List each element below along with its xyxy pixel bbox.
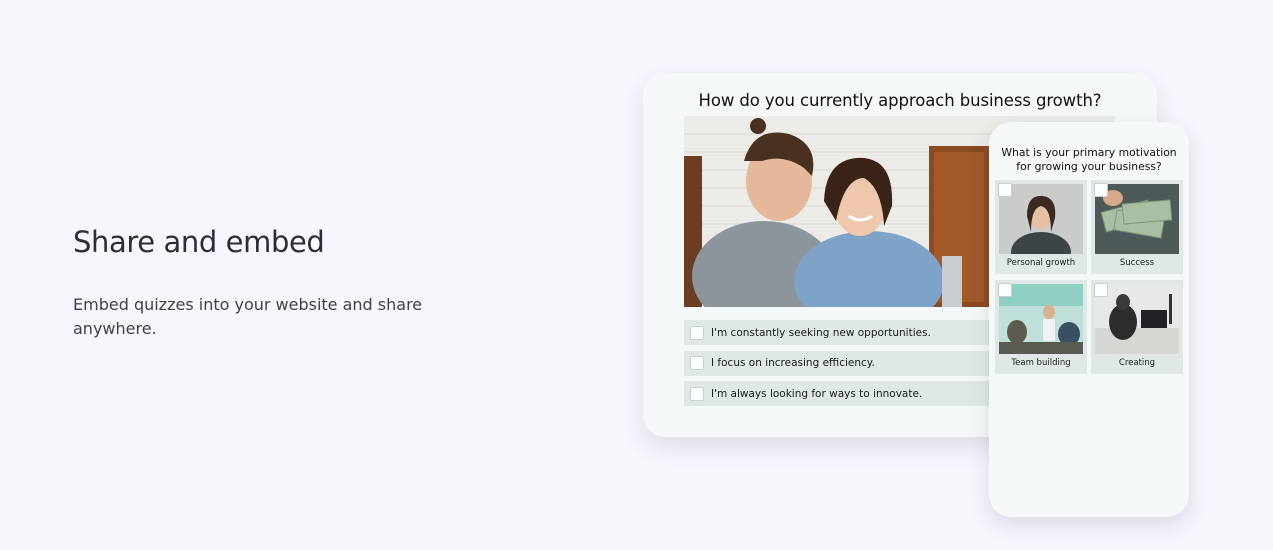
choice-tile[interactable]: Success xyxy=(1091,180,1183,274)
choice-checkbox[interactable] xyxy=(1094,183,1108,197)
choice-label: Team building xyxy=(1011,358,1071,368)
option-checkbox[interactable] xyxy=(690,356,704,370)
choice-checkbox[interactable] xyxy=(1094,283,1108,297)
choice-label: Creating xyxy=(1118,358,1156,368)
option-label: I'm always looking for ways to innovate. xyxy=(711,387,923,400)
option-label: I focus on increasing efficiency. xyxy=(711,357,875,369)
feature-copy: Share and embed Embed quizzes into your … xyxy=(73,222,473,341)
option-checkbox[interactable] xyxy=(690,386,704,401)
mobile-quiz-preview: What is your primary motivation for grow… xyxy=(989,122,1189,517)
choice-checkbox[interactable] xyxy=(998,183,1012,197)
choice-label: Personal growth xyxy=(1006,258,1076,268)
quiz-option[interactable]: I focus on increasing efficiency. xyxy=(684,350,1004,376)
desktop-quiz-options: I'm constantly seeking new opportunities… xyxy=(684,320,1004,412)
mobile-quiz-question: What is your primary motivation for grow… xyxy=(1001,146,1177,173)
choice-tile[interactable]: Team building xyxy=(995,280,1087,374)
quiz-option[interactable]: I'm always looking for ways to innovate. xyxy=(684,381,1004,406)
section-heading: Share and embed xyxy=(73,225,325,259)
quiz-option[interactable]: I'm constantly seeking new opportunities… xyxy=(684,320,1004,345)
desktop-quiz-question: How do you currently approach business g… xyxy=(698,91,1102,110)
option-label: I'm constantly seeking new opportunities… xyxy=(711,326,931,339)
choice-checkbox[interactable] xyxy=(998,283,1012,297)
option-checkbox[interactable] xyxy=(690,325,704,340)
choice-tile[interactable]: Creating xyxy=(1091,280,1183,374)
choice-label: Success xyxy=(1119,258,1155,268)
mobile-choice-grid: Personal growth Success Team building Cr… xyxy=(995,180,1183,374)
choice-tile[interactable]: Personal growth xyxy=(995,180,1087,274)
section-description: Embed quizzes into your website and shar… xyxy=(73,295,423,338)
